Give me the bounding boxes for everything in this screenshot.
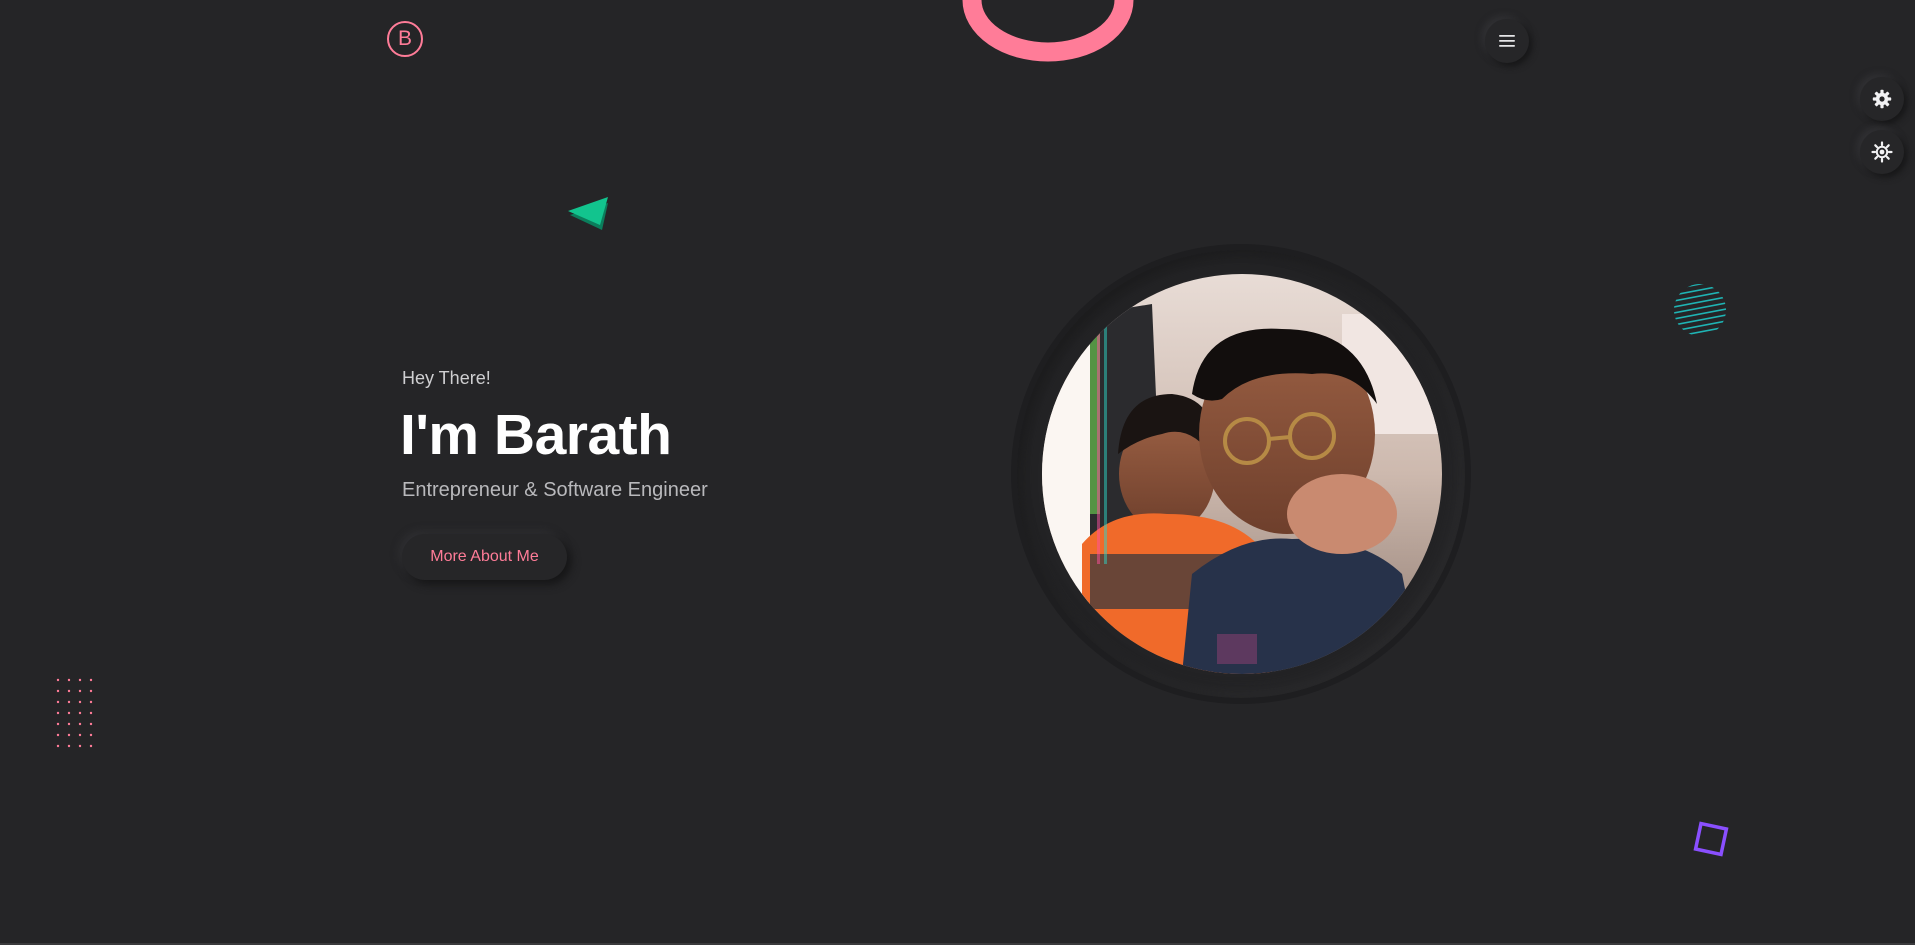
striped-circle-decoration (1674, 284, 1726, 336)
more-about-me-button[interactable]: More About Me (402, 534, 567, 580)
page: B Hey There! I'm Barath Entrepreneur & S… (0, 0, 1915, 945)
gear-icon (1872, 89, 1892, 109)
profile-photo-image (1042, 274, 1442, 674)
purple-square-decoration (1693, 821, 1729, 857)
sun-icon (1871, 141, 1893, 163)
hero-subtitle: Entrepreneur & Software Engineer (402, 479, 708, 501)
settings-button[interactable] (1860, 77, 1904, 121)
hamburger-menu-icon (1499, 35, 1515, 47)
menu-button[interactable] (1485, 19, 1529, 63)
green-triangle-decoration (568, 197, 608, 230)
logo[interactable]: B (387, 21, 423, 57)
hero-greeting: Hey There! (402, 368, 491, 388)
pink-arc-decoration (962, 0, 1134, 62)
profile-photo (1042, 274, 1442, 674)
dot-grid-decoration (56, 678, 93, 748)
theme-toggle-button[interactable] (1860, 130, 1904, 174)
logo-letter: B (397, 27, 412, 50)
hero-title: I'm Barath (400, 403, 672, 467)
